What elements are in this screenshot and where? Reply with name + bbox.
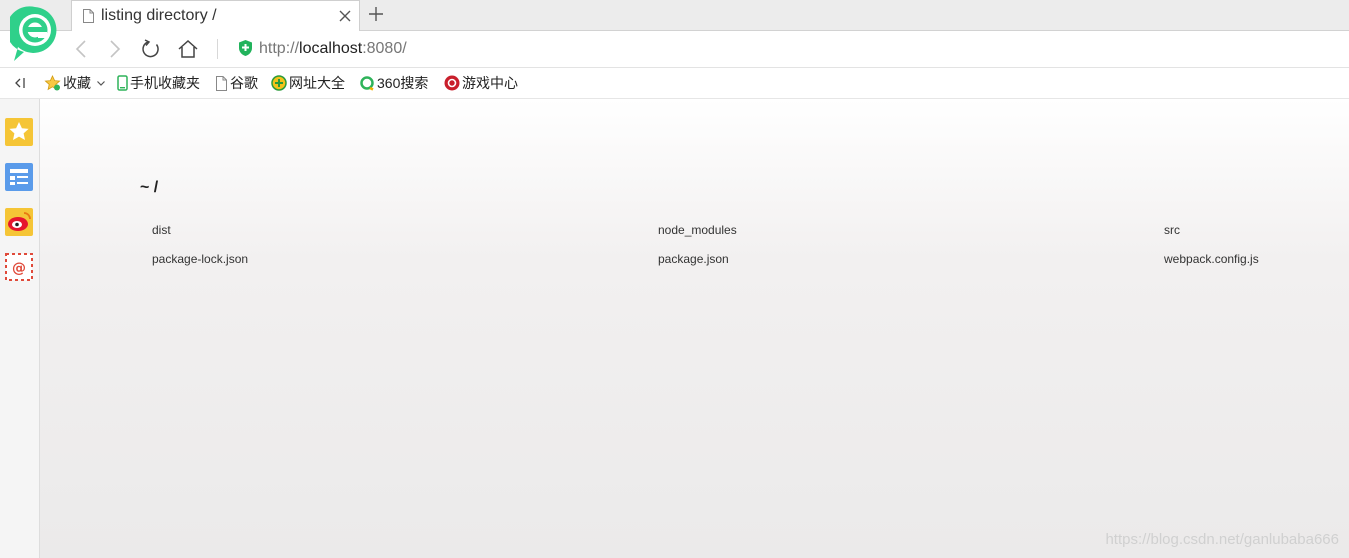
file-link-webpack-config[interactable]: webpack.config.js <box>1164 252 1259 266</box>
page-content: ~ / dist node_modules src package-lock.j… <box>40 99 1349 558</box>
toolbar-separator <box>217 39 218 59</box>
address-bar[interactable]: http://localhost:8080/ <box>259 40 407 58</box>
file-link-node-modules[interactable]: node_modules <box>658 223 737 237</box>
directory-heading: ~ / <box>140 179 159 196</box>
tab-title: listing directory / <box>101 7 217 24</box>
file-link-dist[interactable]: dist <box>152 223 171 237</box>
url-scheme: http:// <box>259 40 300 57</box>
bookmark-url-directory[interactable]: 网址大全 <box>271 74 345 92</box>
page-icon <box>83 9 94 23</box>
url-host: localhost <box>299 40 363 57</box>
phone-icon <box>117 75 128 91</box>
bookmark-game-center[interactable]: 游戏中心 <box>444 74 518 92</box>
file-link-package-lock[interactable]: package-lock.json <box>152 252 248 266</box>
bookmark-360-search[interactable]: 360搜索 <box>359 74 428 92</box>
collapse-sidebar-icon[interactable] <box>14 76 26 90</box>
chevron-down-icon[interactable] <box>96 78 106 88</box>
bookmark-label: 360搜索 <box>377 75 429 91</box>
game-icon <box>444 75 460 91</box>
bookmark-google[interactable]: 谷歌 <box>215 74 258 92</box>
browser-logo[interactable] <box>10 5 60 63</box>
file-link-package-json[interactable]: package.json <box>658 252 729 266</box>
bookmark-label: 收藏 <box>63 75 91 91</box>
search-360-icon <box>360 76 374 91</box>
news-feed-icon[interactable] <box>5 163 33 191</box>
bookmark-label: 手机收藏夹 <box>130 75 200 91</box>
back-icon[interactable] <box>74 39 88 59</box>
page-icon <box>216 75 227 91</box>
bookmark-label: 游戏中心 <box>462 75 518 91</box>
svg-text:@: @ <box>12 261 26 277</box>
mail-icon[interactable]: @ <box>5 253 33 281</box>
url-port: :8080/ <box>362 40 407 57</box>
bookmark-label: 网址大全 <box>289 75 345 91</box>
sidebar: @ <box>0 99 40 558</box>
close-tab-icon[interactable] <box>339 10 351 22</box>
star-icon <box>44 75 61 91</box>
new-tab-icon[interactable] <box>368 6 384 22</box>
weibo-icon[interactable] <box>5 208 33 236</box>
bookmark-mobile-favorites[interactable]: 手机收藏夹 <box>117 74 200 92</box>
tab-strip: listing directory / <box>0 0 1349 32</box>
home-icon[interactable] <box>177 39 199 59</box>
secure-shield-icon[interactable] <box>238 39 253 57</box>
refresh-icon[interactable] <box>141 39 161 59</box>
bookmark-label: 谷歌 <box>230 75 258 91</box>
bookmark-favorites[interactable]: 收藏 <box>44 74 108 92</box>
file-link-src[interactable]: src <box>1164 223 1180 237</box>
browser-tab[interactable]: listing directory / <box>71 0 360 32</box>
bookmarks-bar: 收藏 手机收藏夹 谷歌 网址大全 360搜索 游戏中心 <box>0 68 1349 99</box>
globe-icon <box>271 75 287 91</box>
navigation-bar: http://localhost:8080/ <box>0 31 1349 68</box>
forward-icon[interactable] <box>108 39 122 59</box>
favorites-star-icon[interactable] <box>5 118 33 146</box>
watermark: https://blog.csdn.net/ganlubaba666 <box>1105 531 1339 548</box>
